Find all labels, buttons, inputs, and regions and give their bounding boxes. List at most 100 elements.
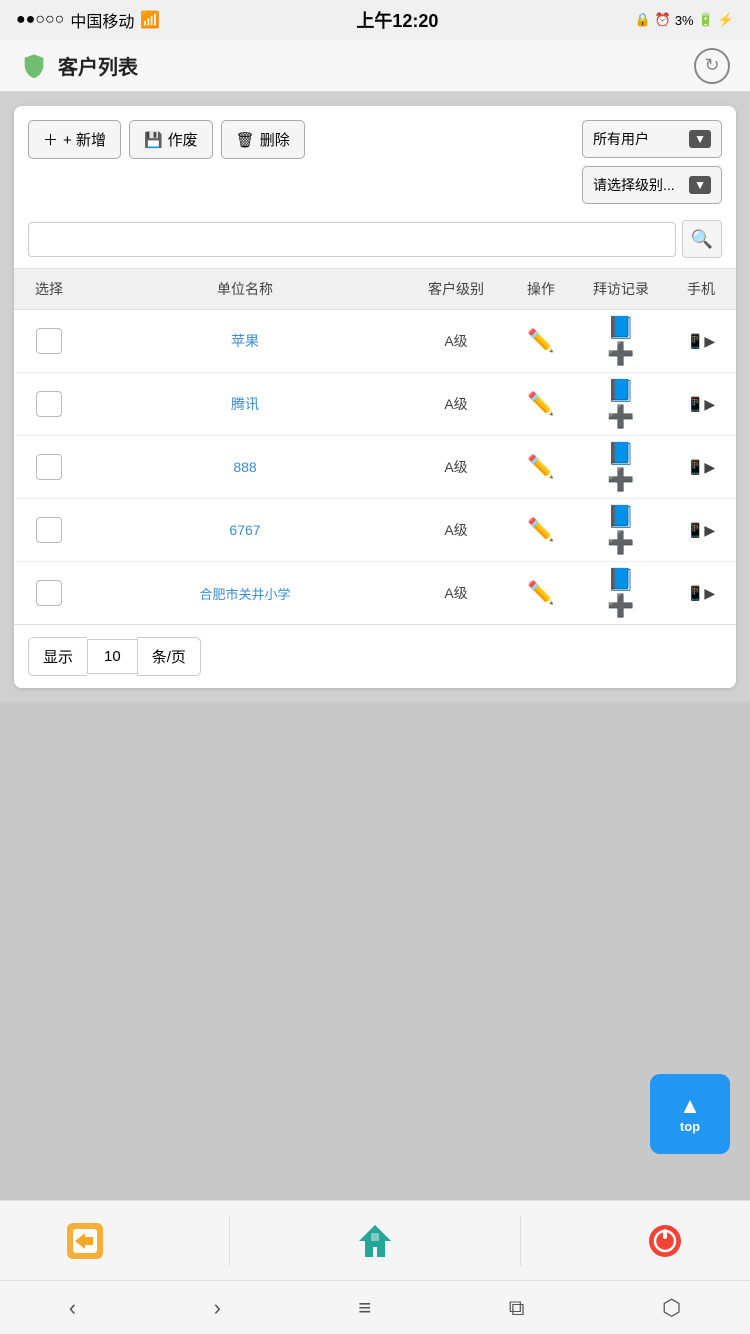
table-row: 合肥市关井小学 A级 ✏️ 📘➕ 📱▶ [14,562,736,624]
charging-icon: ⚡ [718,12,734,28]
trash-button[interactable]: 💾 作废 [129,120,213,159]
ios-menu-button[interactable]: ≡ [350,1287,379,1329]
search-input[interactable] [28,222,676,257]
table-body: 苹果 A级 ✏️ 📘➕ 📱▶ 腾讯 [14,310,736,624]
row-4-link[interactable]: 6767 [229,522,260,538]
visit-icon-1[interactable]: 📘➕ [604,324,638,358]
ios-tabs-button[interactable]: ⧉ [501,1287,533,1329]
signal-dots: ●●○○○ [16,11,64,29]
row-2-visit: 📘➕ [576,387,666,421]
customer-card: ＋ + 新增 💾 作废 🗑 删除 所有用户 ▼ 请选择级别... [14,106,736,688]
user-filter-arrow: ▼ [689,130,711,148]
pagination-count: 10 [87,639,137,674]
visit-icon-4[interactable]: 📘➕ [604,513,638,547]
phone-icon-2[interactable]: 📱▶ [687,396,715,413]
col-visit: 拜访记录 [576,279,666,299]
edit-icon-2[interactable]: ✏️ [524,387,558,421]
refresh-button[interactable]: ↻ [694,48,730,84]
status-right: 🔒 ⏰ 3% 🔋 ⚡ [634,12,734,28]
row-2-action: ✏️ [506,387,576,421]
ios-home-button[interactable]: ⬡ [654,1287,689,1329]
search-icon: 🔍 [691,229,713,250]
carrier-name: 中国移动 [70,8,134,32]
bottom-nav [0,1200,750,1280]
nav-divider-2 [520,1216,521,1266]
row-1-action: ✏️ [506,324,576,358]
row-4-visit: 📘➕ [576,513,666,547]
row-3-action: ✏️ [506,450,576,484]
edit-icon-1[interactable]: ✏️ [524,324,558,358]
phone-icon-1[interactable]: 📱▶ [687,333,715,350]
row-5-level: A级 [406,583,506,603]
row-3-link[interactable]: 888 [233,459,256,475]
phone-icon-3[interactable]: 📱▶ [687,459,715,476]
add-icon: ＋ [43,129,58,150]
level-filter-arrow: ▼ [689,176,711,194]
user-filter-dropdown[interactable]: 所有用户 ▼ [582,120,722,158]
visit-icon-5[interactable]: 📘➕ [604,576,638,610]
nav-home-icon [350,1216,400,1266]
row-2-link[interactable]: 腾讯 [231,394,259,414]
top-label: top [680,1119,700,1134]
nav-divider-1 [229,1216,230,1266]
row-1-level: A级 [406,331,506,351]
header-left: 客户列表 [20,51,138,80]
row-3-name: 888 [84,459,406,475]
lock-icon: 🔒 [634,12,650,28]
alarm-icon: ⏰ [655,12,671,28]
row-5-name: 合肥市关井小学 [84,584,406,603]
top-arrow-icon: ▲ [679,1095,701,1117]
search-button[interactable]: 🔍 [682,220,722,258]
row-5-checkbox[interactable] [36,580,62,606]
row-4-name: 6767 [84,522,406,538]
table-header: 选择 单位名称 客户级别 操作 拜访记录 手机 [14,268,736,310]
row-4-phone: 📱▶ [666,522,736,539]
level-filter-dropdown[interactable]: 请选择级别... ▼ [582,166,722,204]
row-1-phone: 📱▶ [666,333,736,350]
row-3-level: A级 [406,457,506,477]
wifi-icon: 📶 [140,10,160,30]
phone-icon-5[interactable]: 📱▶ [687,585,715,602]
row-2-name: 腾讯 [84,394,406,414]
search-row: 🔍 [14,214,736,268]
edit-icon-5[interactable]: ✏️ [524,576,558,610]
toolbar: ＋ + 新增 💾 作废 🗑 删除 所有用户 ▼ 请选择级别... [14,106,736,214]
row-1-link[interactable]: 苹果 [231,331,259,351]
visit-icon-2[interactable]: 📘➕ [604,387,638,421]
nav-power-item[interactable] [640,1216,690,1266]
nav-home-item[interactable] [350,1216,400,1266]
row-5-visit: 📘➕ [576,576,666,610]
edit-icon-3[interactable]: ✏️ [524,450,558,484]
col-phone: 手机 [666,279,736,299]
col-level: 客户级别 [406,279,506,299]
ios-back-button[interactable]: ‹ [61,1287,84,1329]
table-row: 腾讯 A级 ✏️ 📘➕ 📱▶ [14,373,736,436]
battery-icon: 🔋 [698,12,714,28]
row-3-phone: 📱▶ [666,459,736,476]
row-5-link[interactable]: 合肥市关井小学 [199,584,290,603]
trash-icon: 🗑 [236,131,255,149]
row-4-checkbox[interactable] [36,517,62,543]
row-3-checkbox[interactable] [36,454,62,480]
shield-icon [20,52,48,80]
ios-forward-button[interactable]: › [206,1287,229,1329]
row-1-select [14,328,84,354]
row-4-select [14,517,84,543]
toolbar-right: 所有用户 ▼ 请选择级别... ▼ [582,120,722,204]
main-content: ＋ + 新增 💾 作废 🗑 删除 所有用户 ▼ 请选择级别... [0,92,750,702]
phone-icon-4[interactable]: 📱▶ [687,522,715,539]
row-3-select [14,454,84,480]
row-3-visit: 📘➕ [576,450,666,484]
row-2-select [14,391,84,417]
visit-icon-3[interactable]: 📘➕ [604,450,638,484]
pagination: 显示 10 条/页 [14,624,736,688]
add-button[interactable]: ＋ + 新增 [28,120,121,159]
nav-back-item[interactable] [60,1216,110,1266]
top-button[interactable]: ▲ top [650,1074,730,1154]
row-2-checkbox[interactable] [36,391,62,417]
pagination-show-label: 显示 [28,637,87,676]
delete-button[interactable]: 🗑 删除 [221,120,305,159]
status-bar: ●●○○○ 中国移动 📶 上午12:20 🔒 ⏰ 3% 🔋 ⚡ [0,0,750,40]
edit-icon-4[interactable]: ✏️ [524,513,558,547]
row-1-checkbox[interactable] [36,328,62,354]
